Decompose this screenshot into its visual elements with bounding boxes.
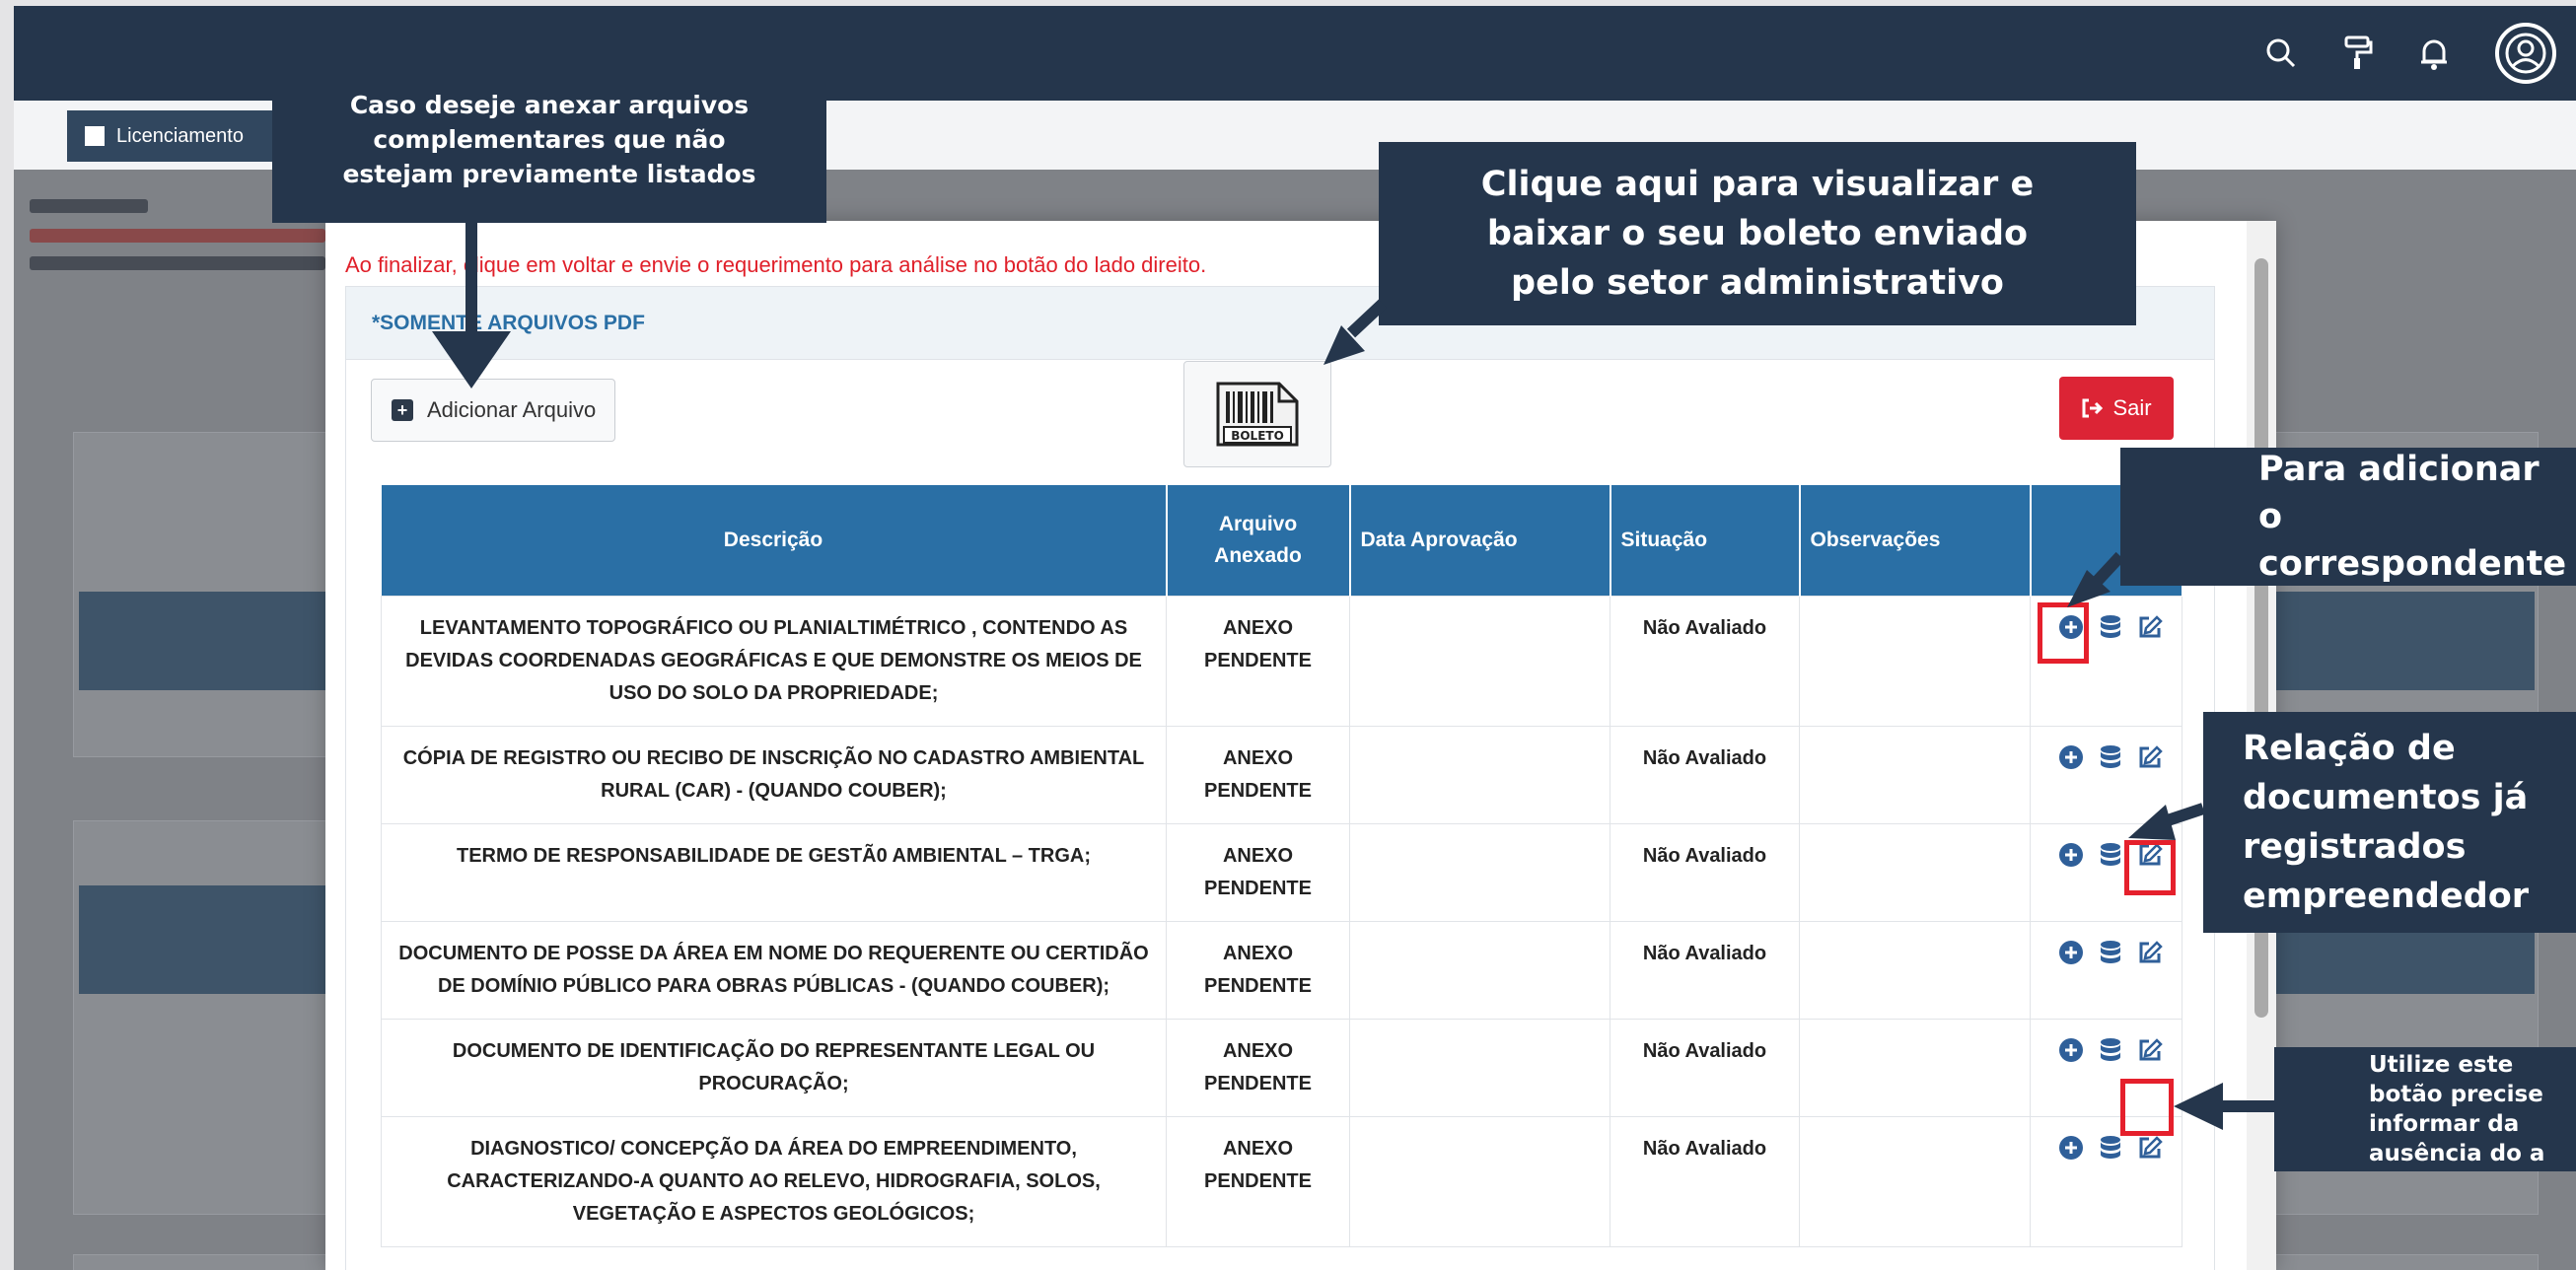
cell-observacoes xyxy=(1799,725,2031,824)
highlight-add-doc xyxy=(2038,602,2089,664)
bg-text-line xyxy=(30,229,325,243)
table-row: TERMO DE RESPONSABILIDADE DE GESTÃ0 AMBI… xyxy=(381,822,2182,922)
table-header-row: Descrição Arquivo Anexado Data Aprovação… xyxy=(381,485,2183,596)
finalize-warning: Ao finalizar, clique em voltar e envie o… xyxy=(345,252,1207,277)
edit-icon[interactable] xyxy=(2137,744,2163,770)
cell-data-aprovacao xyxy=(1349,1115,1610,1247)
cell-data-aprovacao xyxy=(1349,920,1610,1020)
database-icon[interactable] xyxy=(2098,1037,2123,1063)
highlight-edit xyxy=(2120,1079,2174,1136)
callout-relation: Relação de documentos já registrados emp… xyxy=(2203,712,2576,933)
edit-icon[interactable] xyxy=(2137,1135,2163,1161)
plus-circle-icon[interactable] xyxy=(2058,1037,2084,1063)
cell-descricao: DOCUMENTO DE POSSE DA ÁREA EM NOME DO RE… xyxy=(381,920,1167,1020)
add-file-button[interactable]: + Adicionar Arquivo xyxy=(371,379,615,442)
folder-icon xyxy=(85,126,105,146)
cell-anexo-status: ANEXO PENDENTE xyxy=(1166,725,1350,824)
cell-descricao: TERMO DE RESPONSABILIDADE DE GESTÃ0 AMBI… xyxy=(381,822,1167,922)
header-data-aprovacao: Data Aprovação xyxy=(1349,485,1611,596)
table-row: DOCUMENTO DE IDENTIFICAÇÃO DO REPRESENTA… xyxy=(381,1018,2182,1117)
table-row: CÓPIA DE REGISTRO OU RECIBO DE INSCRIÇÃO… xyxy=(381,725,2182,824)
exit-label: Sair xyxy=(2112,395,2152,420)
search-icon[interactable] xyxy=(2264,36,2298,70)
paint-roller-icon[interactable] xyxy=(2343,35,2373,72)
cell-observacoes xyxy=(1799,1018,2031,1117)
plus-circle-icon[interactable] xyxy=(2058,842,2084,868)
svg-text:BOLETO: BOLETO xyxy=(1231,429,1284,443)
cell-observacoes xyxy=(1799,920,2031,1020)
cell-observacoes xyxy=(1799,595,2031,727)
cell-data-aprovacao xyxy=(1349,1018,1610,1117)
documents-modal: Ao finalizar, clique em voltar e envie o… xyxy=(325,221,2276,1270)
database-icon[interactable] xyxy=(2098,940,2123,965)
user-avatar-icon[interactable] xyxy=(2495,23,2556,84)
tab-label: Licenciamento xyxy=(116,124,244,147)
table-row: DIAGNOSTICO/ CONCEPÇÃO DA ÁREA DO EMPREE… xyxy=(381,1115,2182,1247)
add-file-label: Adicionar Arquivo xyxy=(427,397,597,422)
boleto-button[interactable]: BOLETO xyxy=(1183,361,1331,467)
header-situacao: Situação xyxy=(1610,485,1801,596)
edit-icon[interactable] xyxy=(2137,940,2163,965)
cell-anexo-status: ANEXO PENDENTE xyxy=(1166,822,1350,922)
header-arquivo-anexado: Arquivo Anexado xyxy=(1166,485,1351,596)
cell-data-aprovacao xyxy=(1349,725,1610,824)
cell-situacao: Não Avaliado xyxy=(1610,725,1800,824)
cell-descricao: LEVANTAMENTO TOPOGRÁFICO OU PLANIALTIMÉT… xyxy=(381,595,1167,727)
database-icon[interactable] xyxy=(2098,1135,2123,1161)
cell-anexo-status: ANEXO PENDENTE xyxy=(1166,1018,1350,1117)
cell-actions xyxy=(2030,725,2182,824)
database-icon[interactable] xyxy=(2098,614,2123,640)
table-row: LEVANTAMENTO TOPOGRÁFICO OU PLANIALTIMÉT… xyxy=(381,595,2182,727)
cell-observacoes xyxy=(1799,822,2031,922)
table-row: DOCUMENTO DE POSSE DA ÁREA EM NOME DO RE… xyxy=(381,920,2182,1020)
callout-add-file: Caso deseje anexar arquivos complementar… xyxy=(272,55,826,223)
callout-add-doc: Para adicionar o correspondente xyxy=(2120,448,2576,586)
cell-actions xyxy=(2030,920,2182,1020)
cell-data-aprovacao xyxy=(1349,822,1610,922)
cell-anexo-status: ANEXO PENDENTE xyxy=(1166,595,1350,727)
documents-table: Descrição Arquivo Anexado Data Aprovação… xyxy=(381,485,2183,1247)
callout-boleto: Clique aqui para visualizar e baixar o s… xyxy=(1379,142,2136,325)
cell-situacao: Não Avaliado xyxy=(1610,595,1800,727)
callout-edit: Utilize este botão precise informar da a… xyxy=(2274,1047,2576,1171)
database-icon[interactable] xyxy=(2098,842,2123,868)
header-descricao: Descrição xyxy=(381,485,1168,596)
cell-situacao: Não Avaliado xyxy=(1610,920,1800,1020)
plus-circle-icon[interactable] xyxy=(2058,744,2084,770)
cell-situacao: Não Avaliado xyxy=(1610,822,1800,922)
cell-observacoes xyxy=(1799,1115,2031,1247)
bell-icon[interactable] xyxy=(2418,35,2450,71)
barcode-icon: BOLETO xyxy=(1216,382,1299,447)
database-icon[interactable] xyxy=(2098,744,2123,770)
exit-button[interactable]: Sair xyxy=(2059,377,2174,440)
tab-licenciamento[interactable]: Licenciamento xyxy=(67,110,304,162)
edit-icon[interactable] xyxy=(2137,614,2163,640)
cell-anexo-status: ANEXO PENDENTE xyxy=(1166,920,1350,1020)
bg-text-line xyxy=(30,256,325,270)
cell-data-aprovacao xyxy=(1349,595,1610,727)
cell-descricao: DIAGNOSTICO/ CONCEPÇÃO DA ÁREA DO EMPREE… xyxy=(381,1115,1167,1247)
cell-situacao: Não Avaliado xyxy=(1610,1018,1800,1117)
cell-anexo-status: ANEXO PENDENTE xyxy=(1166,1115,1350,1247)
cell-situacao: Não Avaliado xyxy=(1610,1115,1800,1247)
highlight-relation xyxy=(2124,840,2176,895)
exit-icon xyxy=(2082,398,2104,418)
plus-circle-icon[interactable] xyxy=(2058,1135,2084,1161)
bg-text-line xyxy=(30,199,148,213)
edit-icon[interactable] xyxy=(2137,1037,2163,1063)
cell-descricao: DOCUMENTO DE IDENTIFICAÇÃO DO REPRESENTA… xyxy=(381,1018,1167,1117)
plus-circle-icon[interactable] xyxy=(2058,940,2084,965)
header-observacoes: Observações xyxy=(1799,485,2032,596)
plus-square-icon: + xyxy=(392,399,413,421)
cell-descricao: CÓPIA DE REGISTRO OU RECIBO DE INSCRIÇÃO… xyxy=(381,725,1167,824)
